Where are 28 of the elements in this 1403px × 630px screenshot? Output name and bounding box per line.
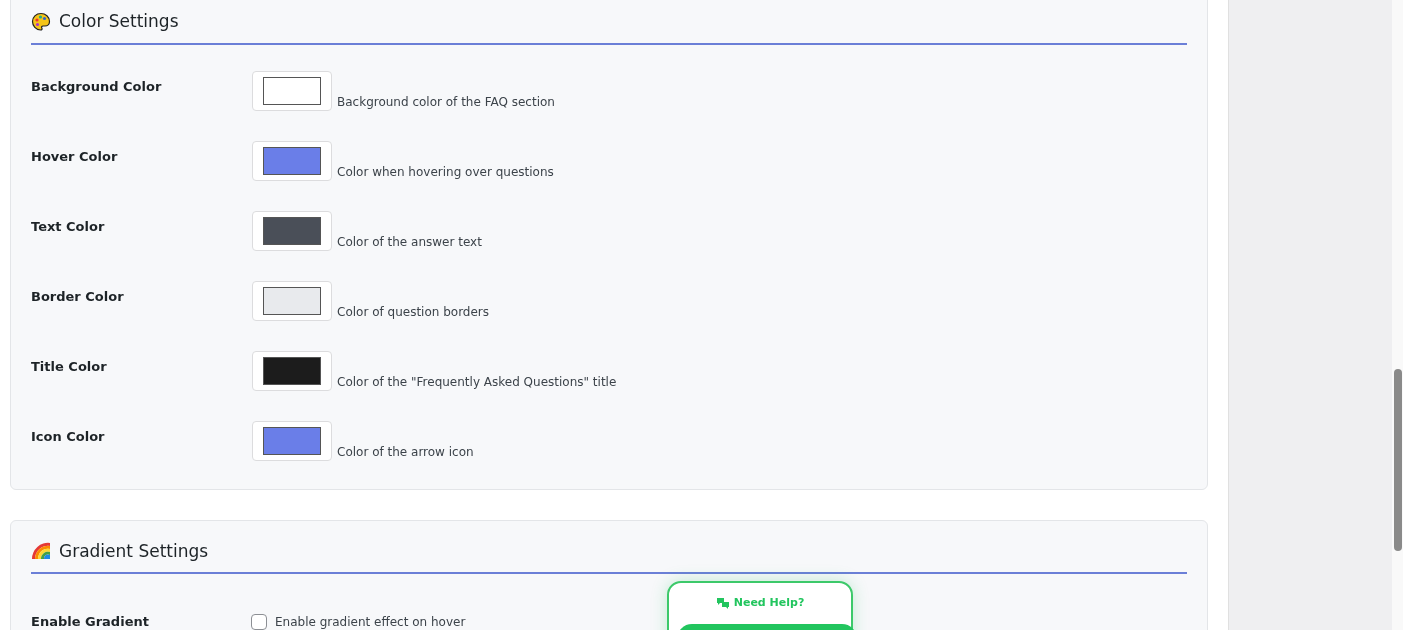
field-label: Icon Color <box>31 427 106 446</box>
color-picker[interactable] <box>252 420 332 461</box>
help-title: Need Help? <box>733 595 805 611</box>
chat-icon <box>715 597 730 610</box>
scrollbar-thumb[interactable] <box>1394 369 1402 551</box>
field-label: Border Color <box>31 287 125 306</box>
field-label: Title Color <box>31 357 108 376</box>
field-description: Background color of the FAQ section <box>337 93 555 111</box>
field-description: Color of the arrow icon <box>337 443 474 461</box>
section-title: Color Settings <box>59 10 179 33</box>
field-description: Color when hovering over questions <box>337 163 554 181</box>
field-label: Text Color <box>31 217 106 236</box>
checkbox-label: Enable gradient effect on hover <box>275 613 466 630</box>
palette-icon <box>31 11 51 32</box>
section-title: Gradient Settings <box>59 539 209 563</box>
field-description: Color of question borders <box>337 303 490 321</box>
field-label: Enable Gradient <box>31 613 150 630</box>
checkbox[interactable] <box>251 613 267 630</box>
color-picker[interactable] <box>252 280 332 321</box>
color-picker[interactable] <box>252 140 332 181</box>
field-label: Background Color <box>31 77 163 96</box>
rainbow-icon <box>31 542 51 561</box>
color-picker[interactable] <box>252 70 332 111</box>
field-description: Color of the answer text <box>337 233 482 251</box>
color-picker[interactable] <box>252 350 332 391</box>
field-description: Color of the "Frequently Asked Questions" title <box>337 373 617 391</box>
color-picker[interactable] <box>252 210 332 251</box>
field-label: Hover Color <box>31 147 119 166</box>
